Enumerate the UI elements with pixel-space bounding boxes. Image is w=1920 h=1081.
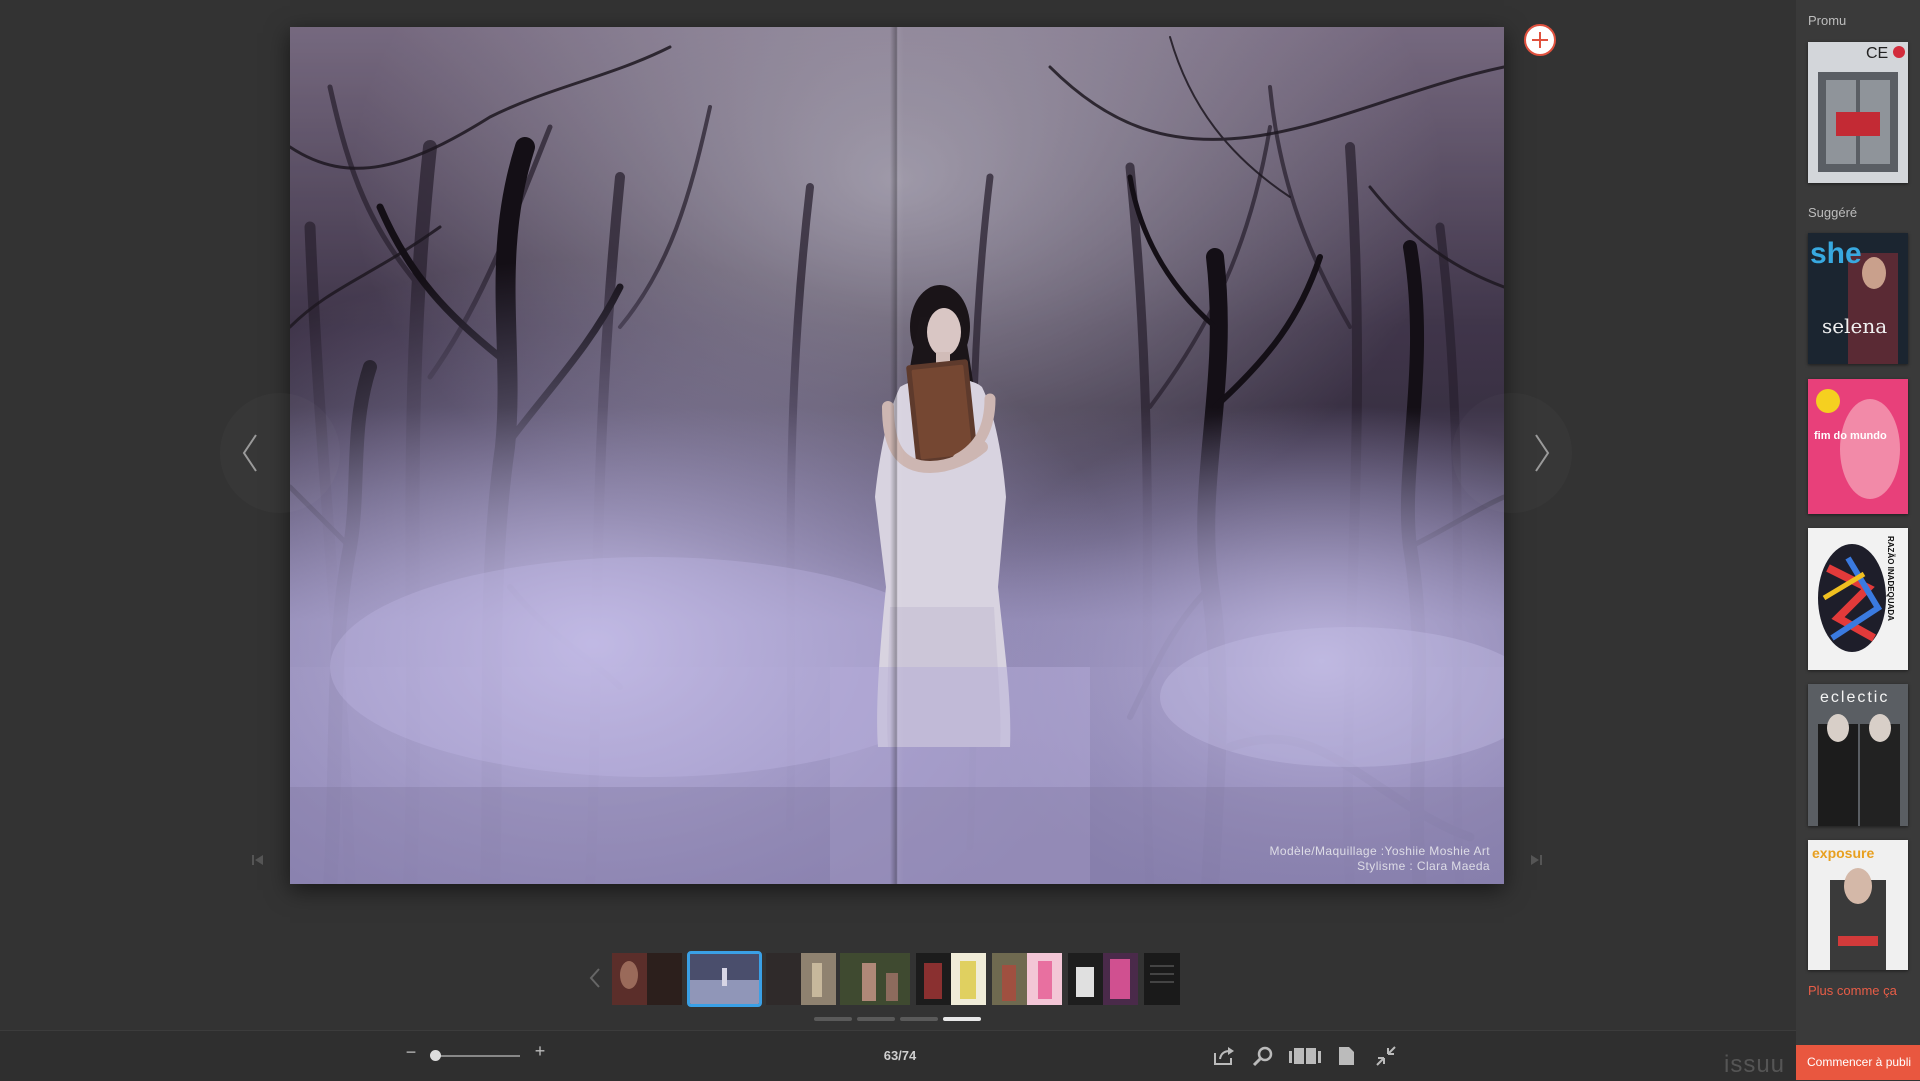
next-page-button[interactable] xyxy=(1452,393,1572,513)
razao-cover-title: RAZÃO INADEQUADA xyxy=(1886,536,1895,621)
photo-credit: Modèle/Maquillage :Yoshiie Moshie Art St… xyxy=(1270,844,1490,874)
suggested-cover-eclectic[interactable]: eclectic xyxy=(1808,684,1908,826)
suggested-cover-exposure[interactable]: exposure xyxy=(1808,840,1908,970)
fim-do-mundo-cover-title: fim do mundo xyxy=(1814,430,1887,442)
thumbnail-page[interactable] xyxy=(1144,953,1180,1005)
thumbnail-page[interactable] xyxy=(612,953,682,1005)
pager-dot[interactable] xyxy=(900,1017,938,1021)
ceo-cover-title: CE xyxy=(1866,45,1888,62)
suggested-cover-razao-inadequada[interactable]: RAZÃO INADEQUADA xyxy=(1808,528,1908,670)
zoom-slider-handle[interactable] xyxy=(430,1050,441,1061)
pager-dot[interactable] xyxy=(857,1017,895,1021)
thumbnails-prev-icon[interactable] xyxy=(588,966,602,990)
suggested-cover-fim-do-mundo[interactable]: fim do mundo xyxy=(1808,379,1908,514)
thumbnail-page[interactable] xyxy=(916,953,986,1005)
search-icon[interactable] xyxy=(1252,1044,1276,1068)
thumbnail-page[interactable] xyxy=(992,953,1062,1005)
promoted-heading: Promu xyxy=(1808,13,1847,28)
she-cover-title: she xyxy=(1810,237,1862,270)
reader-area: Modèle/Maquillage :Yoshiie Moshie Art St… xyxy=(0,0,1796,1081)
she-cover-subtitle: selena xyxy=(1822,314,1887,338)
single-page-view-icon[interactable] xyxy=(1334,1044,1358,1068)
thumbnail-page[interactable] xyxy=(840,953,910,1005)
chevron-right-icon xyxy=(1535,434,1550,472)
zoom-out-button[interactable]: − xyxy=(404,1041,418,1063)
thumbnail-page-current[interactable] xyxy=(687,951,762,1007)
more-like-this-link[interactable]: Plus comme ça xyxy=(1808,983,1897,998)
suggested-cover-she[interactable]: she selena xyxy=(1808,233,1908,364)
bottom-toolbar: − + 63/74 issuu xyxy=(0,1030,1796,1081)
share-icon[interactable] xyxy=(1212,1044,1236,1068)
start-publishing-button[interactable]: Commencer à publi xyxy=(1796,1045,1920,1080)
thumbnail-page[interactable] xyxy=(1068,953,1138,1005)
thumbnail-page[interactable] xyxy=(766,953,836,1005)
issuu-logo: issuu xyxy=(1724,1051,1786,1078)
pager-dot[interactable] xyxy=(814,1017,852,1021)
pager-dot-active[interactable] xyxy=(943,1017,981,1021)
double-page-view-icon[interactable] xyxy=(1288,1044,1322,1068)
suggested-heading: Suggéré xyxy=(1808,205,1858,220)
first-page-icon[interactable] xyxy=(250,852,266,868)
magazine-spread[interactable]: Modèle/Maquillage :Yoshiie Moshie Art St… xyxy=(290,27,1504,884)
credit-model: Modèle/Maquillage :Yoshiie Moshie Art xyxy=(1269,844,1490,858)
last-page-icon[interactable] xyxy=(1528,852,1544,868)
add-to-stack-button[interactable] xyxy=(1524,24,1556,56)
page-counter: 63/74 xyxy=(883,1048,917,1063)
recommendations-sidebar: Promu CE Suggéré she selena fim do mundo xyxy=(1796,0,1920,1080)
previous-page-button[interactable] xyxy=(220,393,340,513)
spread-gutter xyxy=(890,27,904,884)
eclectic-cover-title: eclectic xyxy=(1820,689,1889,706)
chevron-left-icon xyxy=(242,434,257,472)
exposure-cover-title: exposure xyxy=(1812,845,1874,861)
zoom-in-button[interactable]: + xyxy=(532,1040,548,1062)
exit-fullscreen-icon[interactable] xyxy=(1374,1044,1398,1068)
promoted-cover-ceo[interactable]: CE xyxy=(1808,42,1908,183)
credit-styling: Stylisme : Clara Maeda xyxy=(1357,859,1490,873)
zoom-slider-track[interactable] xyxy=(434,1055,520,1057)
